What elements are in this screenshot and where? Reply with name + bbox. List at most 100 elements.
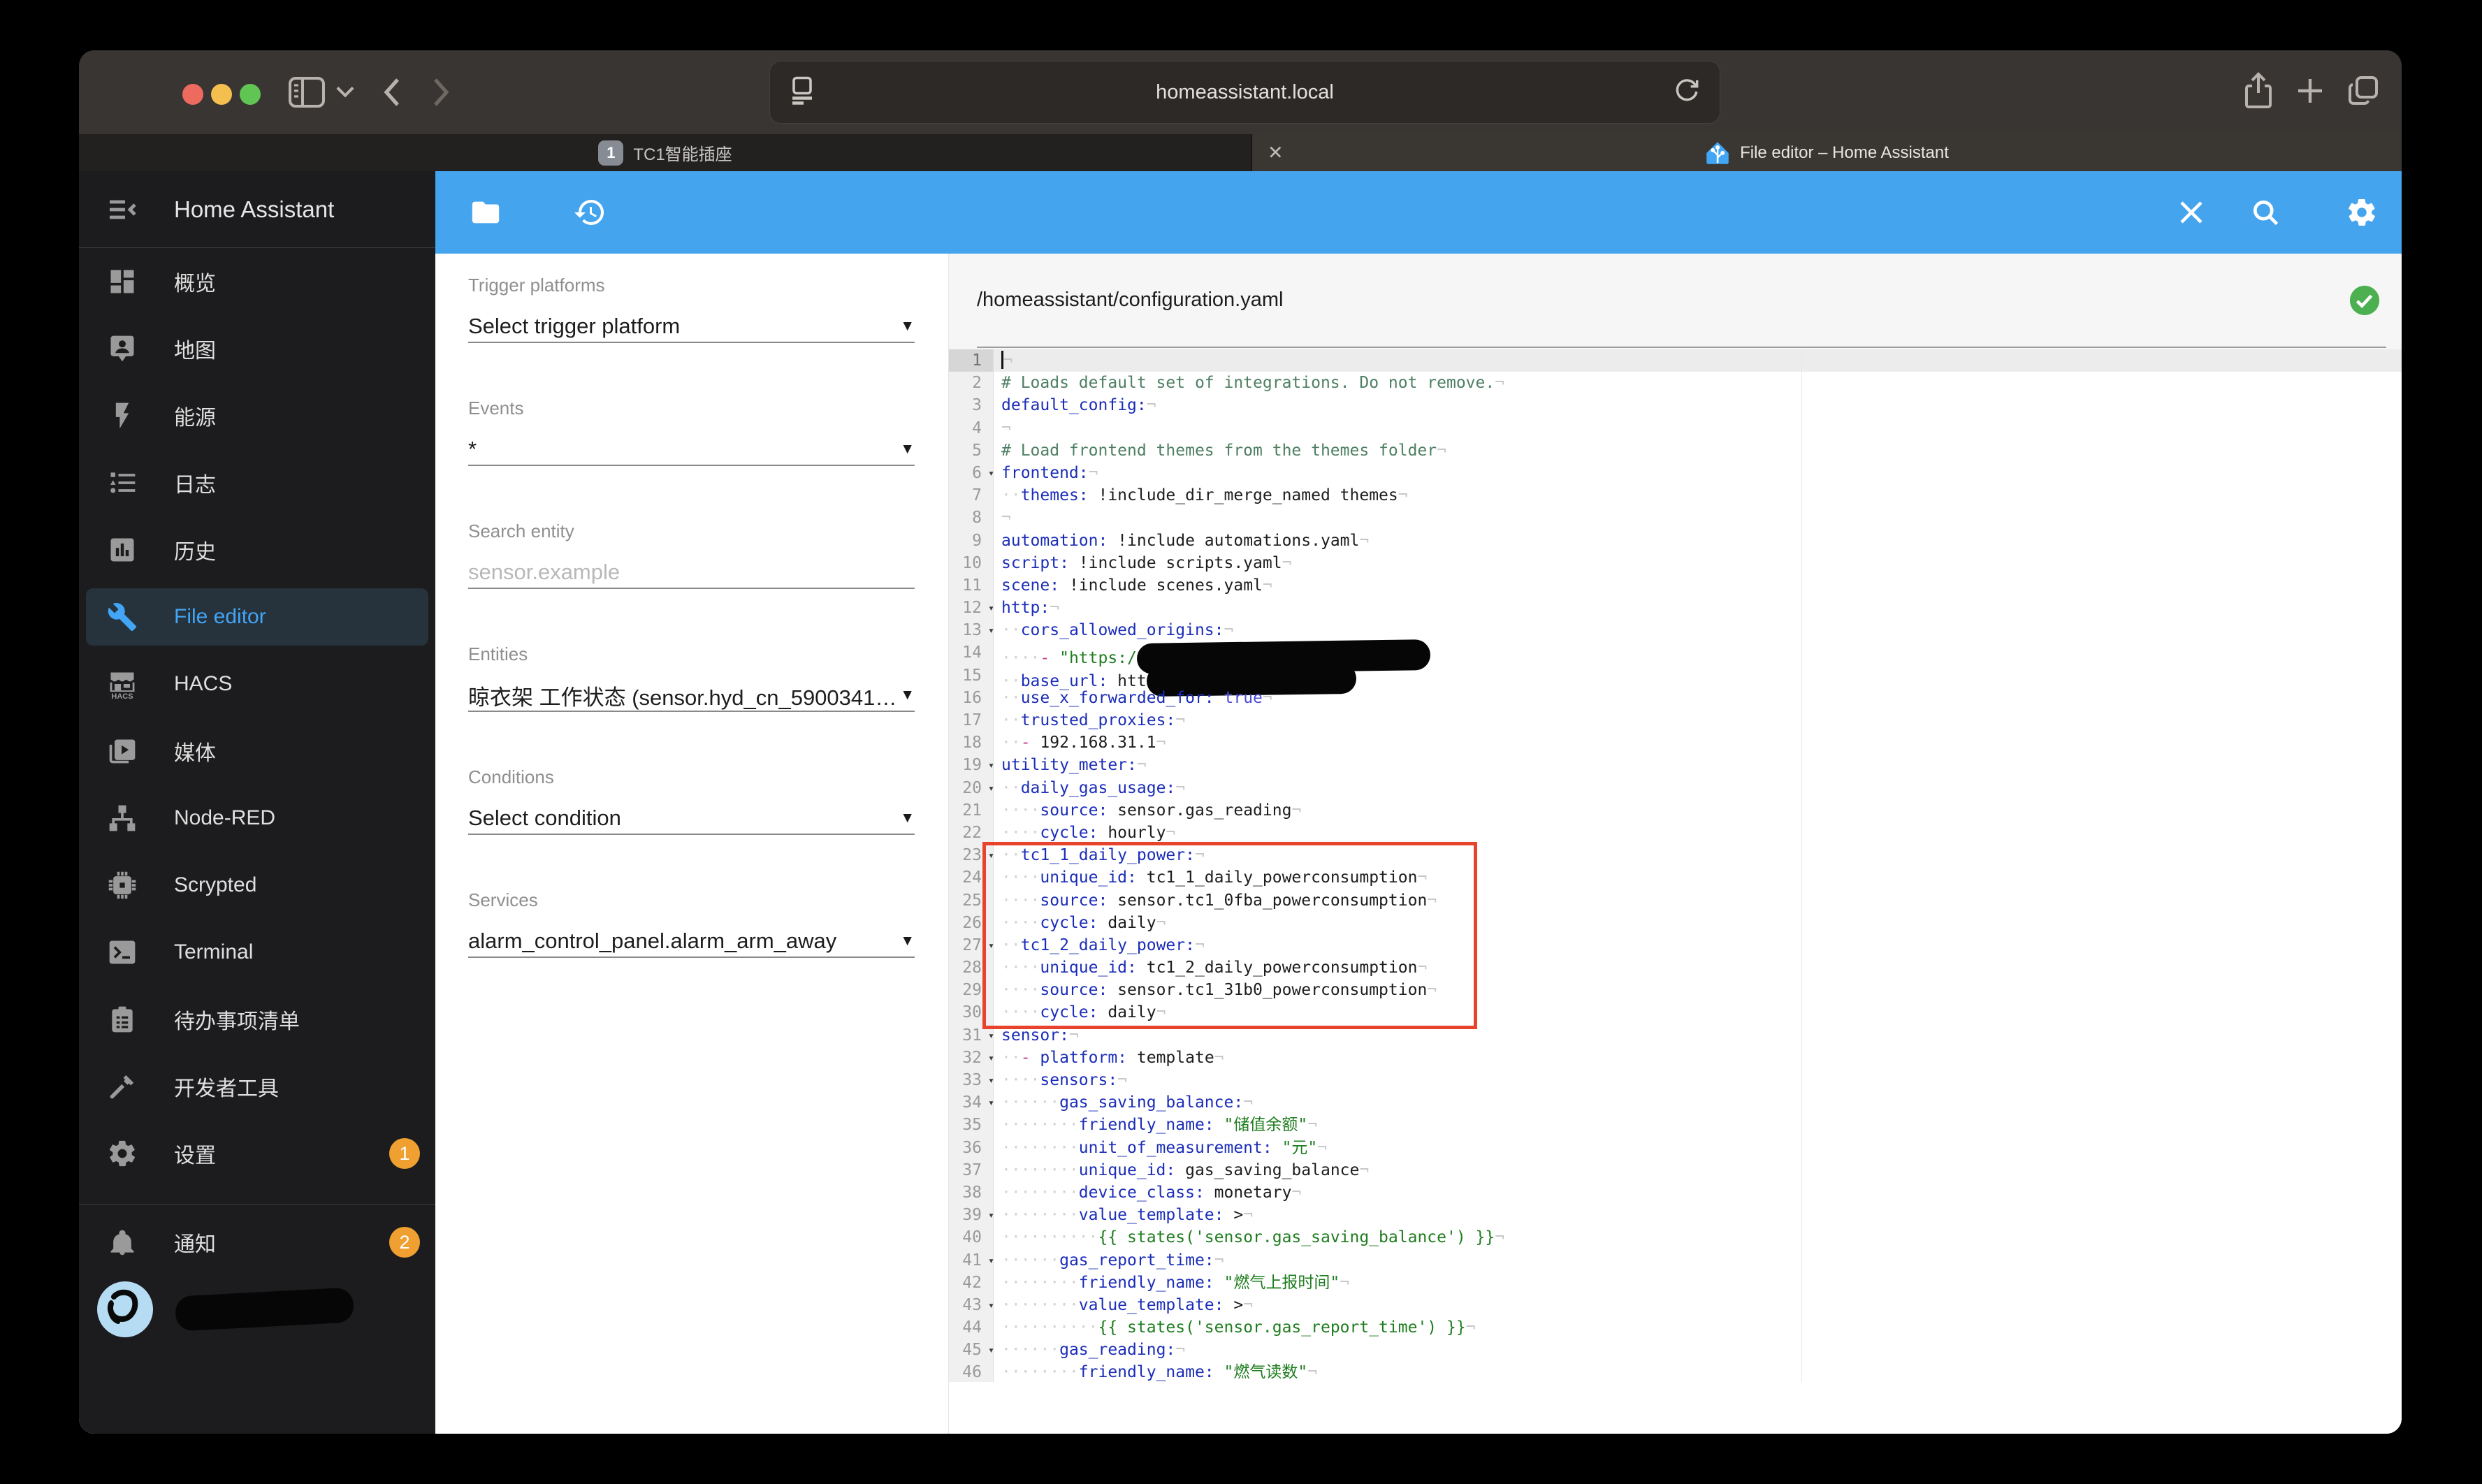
line-number: 14: [962, 643, 982, 662]
titlebar-actions: [2242, 50, 2381, 134]
sidebar-item-overview[interactable]: 概览: [79, 248, 435, 315]
line-number: 19 ▾: [949, 754, 994, 776]
line-number: 5: [972, 441, 982, 460]
line-number: 6 ▾: [949, 462, 994, 484]
print-margin-ruler: [1801, 349, 1802, 1382]
app-title: Home Assistant: [174, 196, 335, 222]
code-line: automation: !include automations.yaml¬: [1001, 531, 1370, 550]
tab-file-editor[interactable]: ✕ File editor – Home Assistant: [1252, 134, 2402, 171]
dropdown-arrow-icon[interactable]: ▼: [900, 687, 915, 704]
file-path-bar: /homeassistant/configuration.yaml: [949, 254, 2402, 349]
sidebar-item-developer-tools[interactable]: 开发者工具: [79, 1053, 435, 1120]
sidebar-item-map[interactable]: 地图: [79, 315, 435, 382]
reload-icon[interactable]: [1674, 76, 1700, 109]
zoom-window-button[interactable]: [240, 84, 261, 105]
line-number: 44: [962, 1318, 982, 1337]
sidebar-item-file-editor[interactable]: File editor: [79, 583, 435, 650]
tab-tc1[interactable]: 1 TC1智能插座: [79, 134, 1252, 171]
forward-icon[interactable]: [430, 75, 452, 109]
line-number: 3: [972, 396, 982, 415]
search-entity-input[interactable]: sensor.example: [468, 560, 915, 585]
minimize-window-button[interactable]: [211, 84, 232, 105]
field-value[interactable]: 晾衣架 工作状态 (sensor.hyd_cn_5900341…: [468, 680, 894, 711]
field-conditions[interactable]: Conditions Select condition ▼: [468, 766, 915, 835]
sidebar-toggle-icon[interactable]: [289, 77, 325, 108]
share-icon[interactable]: [2242, 71, 2274, 113]
tab-overview-icon[interactable]: [2346, 73, 2381, 112]
back-icon[interactable]: [381, 75, 403, 109]
close-icon[interactable]: [2177, 198, 2206, 227]
field-services[interactable]: Services alarm_control_panel.alarm_arm_a…: [468, 889, 915, 958]
code-line: ········value_template: >¬: [1001, 1295, 1254, 1314]
gear-icon: [106, 1137, 139, 1170]
gutter: 1 2 3 4 5 6 ▾ 7 8 9 10 11 12 ▾ 13 ▾ 14 15 16 17 18 19 ▾ 20 ▾ 21 22…: [949, 349, 994, 1382]
line-number: 15: [962, 666, 982, 685]
sidebar-item-node-red[interactable]: Node-RED: [79, 785, 435, 852]
line-number: 23 ▾: [949, 844, 994, 866]
dropdown-arrow-icon[interactable]: ▼: [900, 318, 915, 335]
field-value[interactable]: *: [468, 437, 894, 462]
field-entities[interactable]: Entities 晾衣架 工作状态 (sensor.hyd_cn_5900341…: [468, 643, 915, 712]
line-number: 40: [962, 1228, 982, 1247]
code-line: ········unique_id: gas_saving_balance¬: [1001, 1161, 1370, 1179]
sidebar-item-hacs[interactable]: HACS HACS: [79, 650, 435, 718]
sidebar-item-energy[interactable]: 能源: [79, 382, 435, 449]
code-editor[interactable]: 1 2 3 4 5 6 ▾ 7 8 9 10 11 12 ▾ 13 ▾ 14 15 16 17 18 19 ▾ 20 ▾ 21 22…: [949, 349, 2402, 1382]
code-line: ··········{{ states('sensor.gas_report_t…: [1001, 1318, 1476, 1337]
ha-sidebar: Home Assistant 概览 地图 能源 日志 历史 File edito…: [79, 171, 435, 1434]
sidebar-item-notifications[interactable]: 通知 2: [79, 1209, 435, 1276]
history-icon[interactable]: [573, 196, 607, 229]
sidebar-item-settings[interactable]: 设置 1: [79, 1120, 435, 1187]
code-line: ········friendly_name: "燃气上报时间"¬: [1001, 1273, 1350, 1292]
settings-badge: 1: [389, 1138, 420, 1169]
field-trigger-platforms[interactable]: Trigger platforms Select trigger platfor…: [468, 275, 915, 343]
sidebar-item-logbook[interactable]: 日志: [79, 449, 435, 516]
file-path-input[interactable]: /homeassistant/configuration.yaml: [977, 289, 1283, 312]
field-search-entity[interactable]: Search entity sensor.example: [468, 521, 915, 589]
gear-icon[interactable]: [2346, 196, 2378, 228]
field-value[interactable]: alarm_control_panel.alarm_arm_away: [468, 929, 894, 954]
search-icon[interactable]: [2250, 197, 2281, 228]
close-window-button[interactable]: [182, 84, 203, 105]
code-line: ··use_x_forwarded_for: true¬: [1001, 688, 1272, 707]
field-events[interactable]: Events * ▼: [468, 398, 915, 466]
chevron-down-icon[interactable]: [336, 86, 354, 99]
line-number: 17: [962, 711, 982, 729]
code-line: ····- "https:/: [994, 639, 2402, 675]
dropdown-arrow-icon[interactable]: ▼: [900, 933, 915, 950]
code-line: utility_meter:¬: [1001, 756, 1147, 775]
sidebar-item-todo-list[interactable]: 待办事项清单: [79, 986, 435, 1053]
code-line: ····cycle: hourly¬: [1001, 823, 1176, 842]
code-line: ····sensors:¬: [1001, 1071, 1128, 1089]
code-line: ··········{{ states('sensor.gas_saving_b…: [1001, 1228, 1505, 1247]
line-number: 1: [949, 349, 993, 372]
code-line: ····cycle: daily¬: [1001, 913, 1166, 932]
sidebar-header: Home Assistant: [79, 171, 435, 248]
dropdown-arrow-icon[interactable]: ▼: [900, 810, 915, 827]
sidebar-item-scrypted[interactable]: Scrypted: [79, 852, 435, 919]
hammer-icon: [106, 1070, 139, 1103]
close-tab-icon[interactable]: ✕: [1268, 142, 1284, 163]
code-line: ······gas_saving_balance:¬: [1001, 1093, 1254, 1112]
field-label: Events: [468, 398, 524, 419]
sidebar-item-media[interactable]: 媒体: [79, 718, 435, 785]
lightning-icon: [106, 399, 139, 432]
field-value[interactable]: Select trigger platform: [468, 314, 894, 339]
sidebar-user[interactable]: [79, 1276, 435, 1343]
media-icon: [106, 734, 139, 768]
sidebar-item-history[interactable]: 历史: [79, 516, 435, 583]
field-value[interactable]: Select condition: [468, 806, 894, 831]
menu-collapse-icon[interactable]: [106, 193, 139, 226]
browser-titlebar: homeassistant.local: [79, 50, 2402, 134]
address-bar[interactable]: homeassistant.local: [769, 61, 1720, 124]
map-person-icon: [106, 332, 139, 365]
dropdown-arrow-icon[interactable]: ▼: [900, 441, 915, 458]
line-number: 13 ▾: [949, 619, 994, 641]
wrench-icon: [106, 600, 139, 634]
line-number: 35: [962, 1116, 982, 1135]
new-tab-icon[interactable]: [2294, 75, 2326, 110]
sidebar-item-terminal[interactable]: Terminal: [79, 919, 435, 986]
folder-icon[interactable]: [470, 196, 502, 228]
notification-badge: 2: [389, 1227, 420, 1258]
line-number: 33 ▾: [949, 1069, 994, 1091]
